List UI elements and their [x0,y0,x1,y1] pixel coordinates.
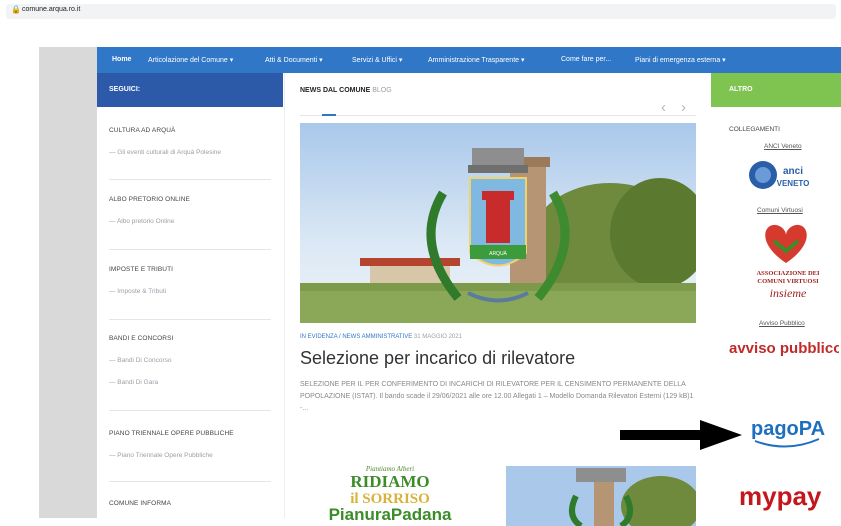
virtuosi-text-1: ASSOCIAZIONE DEI [756,270,820,277]
pagopa-logo[interactable]: pagoPA [747,411,827,451]
pointer-arrow-icon [620,420,742,450]
nav-item-come-fare-per[interactable]: Come fare per... [561,56,611,63]
right-sidebar-title: ALTRO [729,86,753,93]
widget-link-eventi-culturali[interactable]: — Gli eventi culturali di Arquà Polesine [109,149,221,156]
crest-label: ARQUÀ [489,250,507,257]
news-meta: IN EVIDENZA / NEWS AMMINISTRATIVE 31 MAG… [300,334,462,340]
svg-text:VENETO: VENETO [777,179,810,188]
widget-title-bandi: BANDI E CONCORSI [109,335,174,342]
url-text[interactable]: comune.arqua.ro.it [22,6,80,13]
carousel-next-icon[interactable]: › [681,99,686,116]
widget-link-bandi-concorso[interactable]: — Bandi Di Concorso [109,357,172,364]
comuni-virtuosi-logo[interactable]: ASSOCIAZIONE DEI COMUNI VIRTUOSI insieme [746,221,830,301]
widget-title-imposte: IMPOSTE E TRIBUTI [109,266,174,273]
link-comuni-virtuosi[interactable]: Comuni Virtuosi [757,207,803,214]
widget-link-imposte-tributi[interactable]: — Imposte & Tributi [109,288,166,295]
news-featured-image[interactable]: ARQUÀ [300,123,696,323]
widget-title-cultura: CULTURA AD ARQUÀ [109,127,176,134]
address-field[interactable] [6,4,836,19]
carousel-indicator-active[interactable] [322,114,336,116]
divider [109,179,271,180]
news-title-text: NEWS DAL COMUNE [300,87,371,94]
widget-link-piano-triennale[interactable]: — Piano Triennale Opere Pubbliche [109,452,213,459]
carousel-prev-icon[interactable]: ‹ [661,99,666,116]
nav-item-home[interactable]: Home [112,56,131,63]
carousel-indicator [300,114,696,116]
virtuosi-text-2: COMUNI VIRTUOSI [757,278,819,285]
mypay-logo-text: mypay [739,481,822,511]
avviso-pubblico-logo[interactable]: avviso pubblico [727,333,841,359]
widget-link-bandi-gara[interactable]: — Bandi Di Gara [109,379,158,386]
widget-title-comune-informa: COMUNE INFORMA [109,500,172,507]
widget-title-piano-triennale: PIANO TRIENNALE OPERE PUBBLICHE [109,430,234,437]
divider [109,319,271,320]
left-sidebar-header: SEGUICI: [97,73,283,107]
virtuosi-text-3: insieme [770,286,807,300]
nav-item-atti-documenti[interactable]: Atti & Documenti ▾ [265,56,323,64]
left-sidebar: SEGUICI: CULTURA AD ARQUÀ — Gli eventi c… [97,73,283,518]
main-navigation: Home Articolazione del Comune ▾ Atti & D… [97,47,841,73]
link-anci-veneto[interactable]: ANCI Veneto [764,143,802,150]
svg-text:anci: anci [783,166,803,177]
news-thumbnail-alberi[interactable]: Piantiamo Alberi RIDIAMO il SORRISO Pian… [300,463,480,523]
news-title-suffix: BLOG [372,87,392,94]
news-section: NEWS DAL COMUNE BLOG ‹ › ARQUÀ IN EVIDEN… [284,73,712,526]
news-section-title: NEWS DAL COMUNE BLOG [300,87,392,94]
news-headline[interactable]: Selezione per incarico di rilevatore [300,348,575,369]
widget-title-albo: ALBO PRETORIO ONLINE [109,196,190,203]
link-avviso-pubblico[interactable]: Avviso Pubblico [759,320,805,327]
right-sidebar: ALTRO COLLEGAMENTI ANCI Veneto anci VENE… [711,73,841,518]
news-excerpt: SELEZIONE PER IL PER CONFERIMENTO DI INC… [300,381,694,412]
collegamenti-title: COLLEGAMENTI [729,126,780,133]
nav-item-amministrazione-trasparente[interactable]: Amministrazione Trasparente ▾ [428,56,525,64]
mypay-logo[interactable]: mypay [737,473,829,513]
divider [109,481,271,482]
news-category[interactable]: IN EVIDENZA / NEWS AMMINISTRATIVE [300,334,412,340]
widget-link-albo-online[interactable]: — Albo pretorio Online [109,218,174,225]
right-sidebar-header: ALTRO [711,73,841,107]
nav-item-articolazione[interactable]: Articolazione del Comune ▾ [148,56,233,64]
left-sidebar-title: SEGUICI: [109,86,141,93]
thumb-line-4: PianuraPadana [329,505,452,523]
thumb-line-2: RIDIAMO [350,472,429,491]
browser-url-bar[interactable]: 🔒 comune.arqua.ro.it [0,0,841,22]
nav-item-piani-emergenza[interactable]: Piani di emergenza esterna ▾ [635,56,726,64]
divider [109,410,271,411]
avviso-logo-text: avviso pubblico [729,340,839,357]
divider [109,249,271,250]
news-date: 31 MAGGIO 2021 [413,334,462,340]
nav-item-servizi-uffici[interactable]: Servizi & Uffici ▾ [352,56,402,64]
anci-veneto-logo[interactable]: anci VENETO [747,159,819,191]
news-thumbnail-stemma[interactable] [506,466,696,526]
pagopa-logo-text: pagoPA [751,418,825,440]
lock-icon: 🔒 [11,5,21,14]
